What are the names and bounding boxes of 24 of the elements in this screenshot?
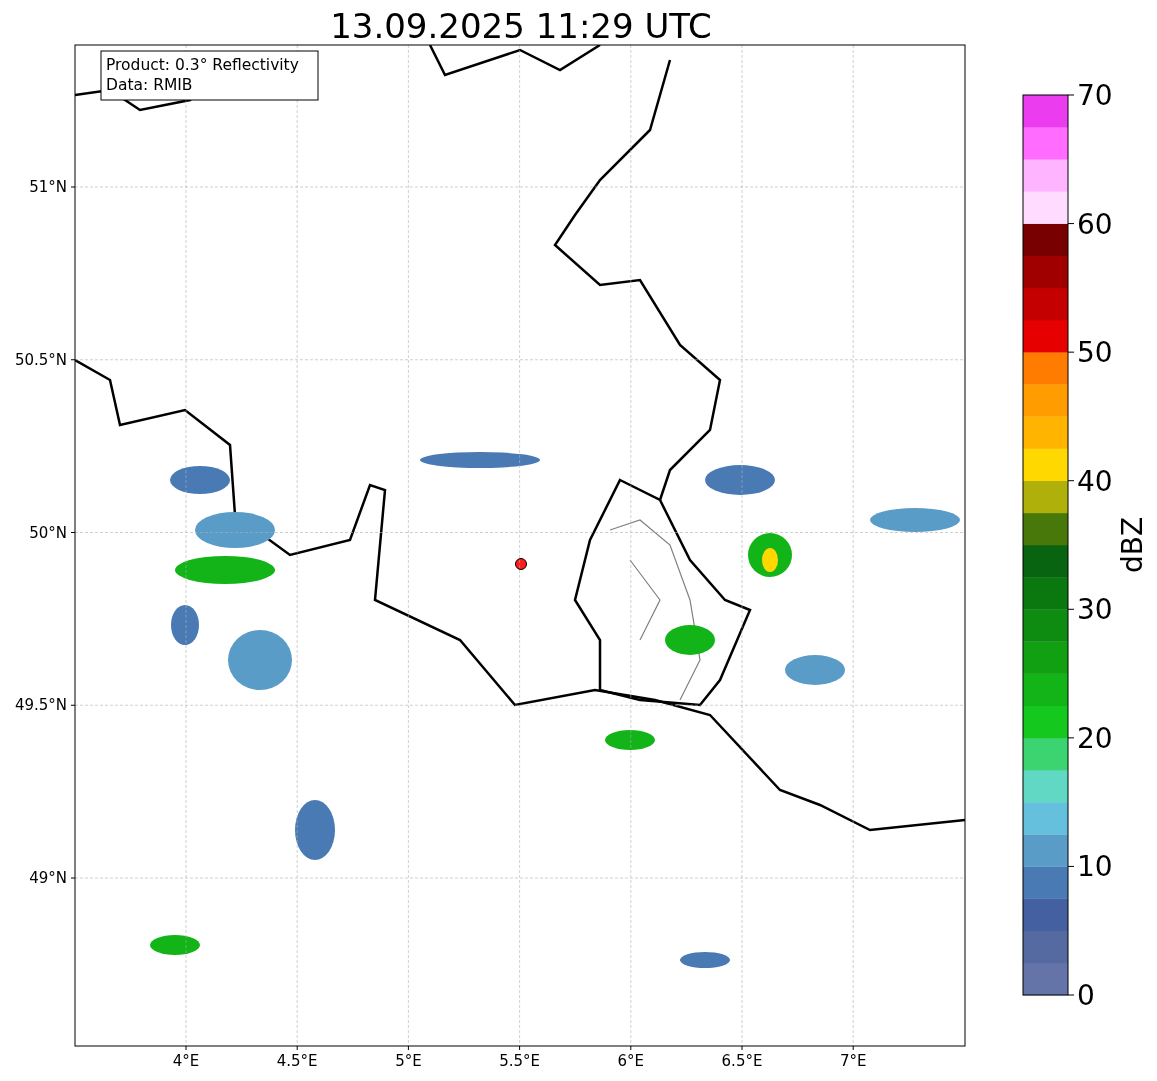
legend-text: Product: 0.3° Reflectivity xyxy=(106,56,299,74)
colorbar-tick-label: 20 xyxy=(1077,721,1113,755)
longitude-label: 7°E xyxy=(839,1052,867,1070)
colorbar-title: dBZ xyxy=(1116,516,1149,574)
colorbar-tick-label: 70 xyxy=(1077,79,1113,112)
colorbar-tick-label: 50 xyxy=(1077,336,1113,370)
longitude-label: 5.5°E xyxy=(499,1052,540,1070)
colorbar-tick-label: 60 xyxy=(1077,207,1113,241)
colorbar-tick-label: 0 xyxy=(1077,979,1095,1012)
chart-title: 13.09.2025 11:29 UTC xyxy=(330,6,712,46)
latitude-label: 51°N xyxy=(29,178,67,196)
latitude-label: 49.5°N xyxy=(14,696,67,715)
longitude-label: 6.5°E xyxy=(721,1052,763,1070)
longitude-label: 6°E xyxy=(617,1052,645,1070)
colorbar-tick-label: 40 xyxy=(1077,464,1113,498)
colorbar-tick-label: 30 xyxy=(1077,593,1113,627)
colorbar-tick-label: 10 xyxy=(1077,850,1113,884)
latitude-label: 50°N xyxy=(29,523,67,542)
longitude-label: 4.5°E xyxy=(276,1052,318,1070)
latitude-label: 50.5°N xyxy=(14,350,67,369)
longitude-label: 4°E xyxy=(172,1052,200,1070)
longitude-label: 5°E xyxy=(395,1052,422,1070)
latitude-label: 49°N xyxy=(29,869,67,887)
legend-text: Data: RMIB xyxy=(106,76,193,94)
